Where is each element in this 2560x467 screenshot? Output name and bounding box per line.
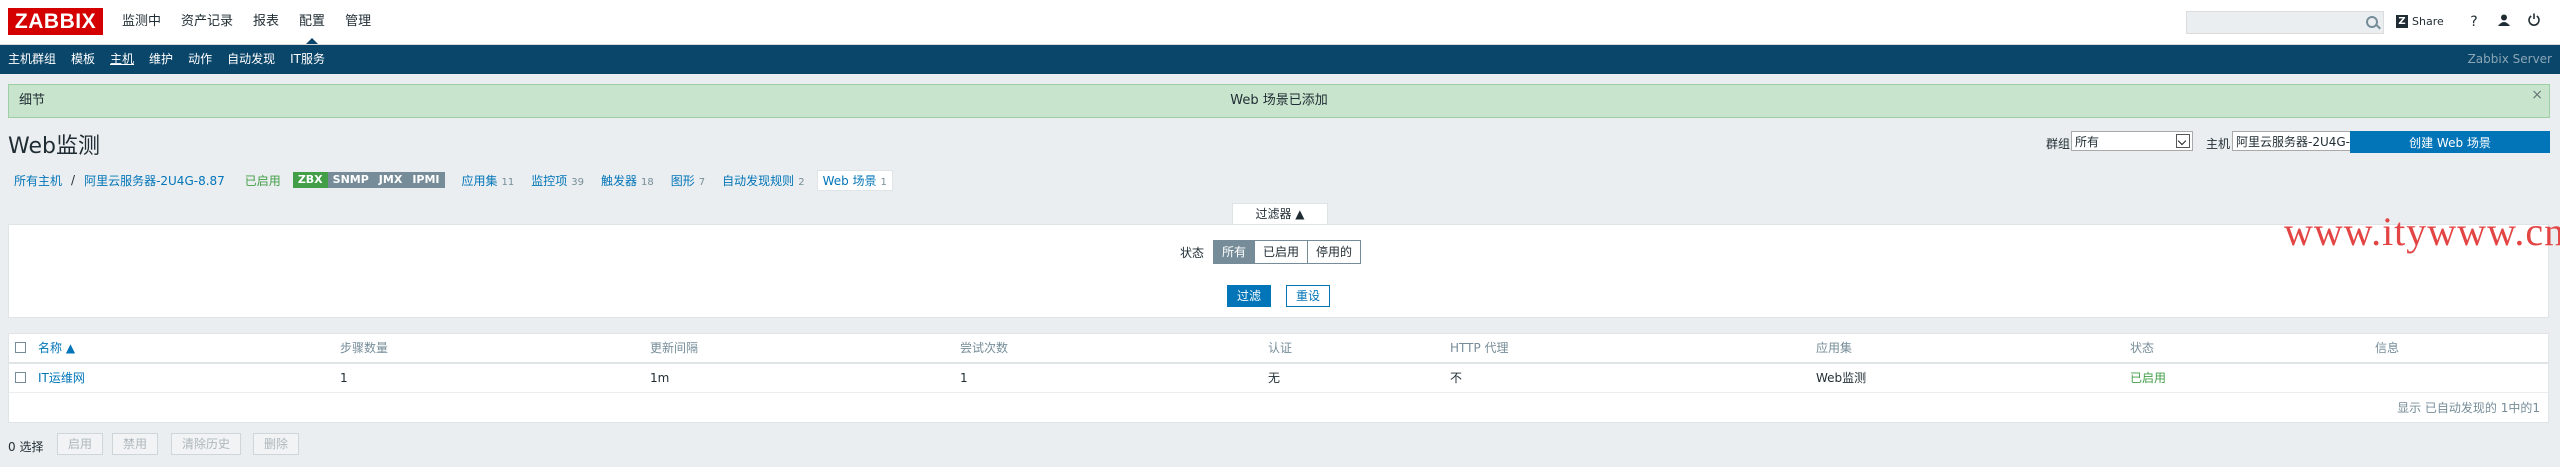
page-title: Web监测	[8, 134, 100, 159]
tab-discovery-rules-label[interactable]: 自动发现规则	[722, 174, 794, 188]
breadcrumb-separator: /	[71, 173, 76, 187]
selected-count: 0 选择	[8, 440, 44, 454]
select-all-checkbox[interactable]	[15, 342, 26, 353]
submenu-it-services[interactable]: IT服务	[282, 45, 332, 74]
tab-count: 1	[880, 176, 887, 188]
group-select-value: 所有	[2075, 135, 2100, 149]
filter-state-label: 状态	[1180, 246, 1205, 260]
main-menu: 监测中 资产记录 报表 配置 管理	[112, 0, 381, 44]
col-attempts: 尝试次数	[960, 341, 1009, 355]
tab-web-scenarios[interactable]: Web 场景 1	[816, 169, 893, 191]
submenu-templates[interactable]: 模板	[63, 45, 102, 74]
tag-snmp: SNMP	[327, 172, 374, 188]
tab-count: 7	[698, 176, 706, 188]
host-label: 主机	[2206, 137, 2231, 151]
submenu-host-groups[interactable]: 主机群组	[0, 45, 63, 74]
table-header: 名称 ▲ 步骤数量 更新间隔 尝试次数 认证 HTTP 代理 应用集 状态 信息	[9, 334, 2548, 364]
tab-items[interactable]: 监控项 39	[531, 172, 584, 189]
delete-button[interactable]: 删除	[253, 433, 300, 455]
search-input[interactable]	[2186, 11, 2384, 34]
menu-inventory[interactable]: 资产记录	[171, 0, 243, 44]
row-checkbox[interactable]	[15, 372, 26, 383]
col-interval: 更新间隔	[650, 341, 699, 355]
cell-http-proxy: 不	[1450, 371, 1463, 385]
cell-status-link[interactable]: 已启用	[2130, 364, 2166, 392]
filter-reset-button[interactable]: 重设	[1286, 285, 1331, 307]
filter-apply-button[interactable]: 过滤	[1227, 285, 1272, 307]
submenu-maintenance[interactable]: 维护	[141, 45, 180, 74]
col-authentication: 认证	[1268, 341, 1293, 355]
group-select[interactable]: 所有	[2071, 131, 2193, 151]
watermark: www.itywww.cn	[2284, 209, 2560, 254]
breadcrumb: 所有主机 / 阿里云服务器-2U4G-8.87 已启用 ZBX SNMP JMX…	[14, 169, 893, 191]
tab-web-scenarios-label[interactable]: Web 场景	[823, 174, 877, 188]
web-scenarios-table: 名称 ▲ 步骤数量 更新间隔 尝试次数 认证 HTTP 代理 应用集 状态 信息…	[8, 333, 2549, 423]
state-enabled-option[interactable]: 已启用	[1254, 240, 1309, 264]
scenario-name-link[interactable]: IT运维网	[38, 364, 85, 392]
tab-count: 11	[501, 176, 515, 188]
menu-administration[interactable]: 管理	[335, 0, 381, 44]
message-text: Web 场景已添加	[1230, 93, 1328, 108]
tag-ipmi: IPMI	[407, 172, 445, 188]
col-steps: 步骤数量	[340, 341, 389, 355]
menu-monitoring[interactable]: 监测中	[112, 0, 171, 44]
tab-triggers[interactable]: 触发器 18	[601, 172, 654, 189]
col-info: 信息	[2375, 341, 2400, 355]
col-http-proxy: HTTP 代理	[1450, 341, 1509, 355]
cell-attempts: 1	[960, 371, 968, 385]
chevron-down-icon	[2176, 134, 2190, 148]
help-icon[interactable]: ?	[2463, 11, 2485, 33]
breadcrumb-all-hosts[interactable]: 所有主机	[14, 172, 62, 189]
tab-applications[interactable]: 应用集 11	[462, 172, 515, 189]
state-disabled-option[interactable]: 停用的	[1307, 240, 1362, 264]
tab-count: 2	[798, 176, 805, 188]
tab-applications-label[interactable]: 应用集	[462, 174, 498, 188]
group-label: 群组	[2046, 137, 2071, 151]
tab-items-label[interactable]: 监控项	[531, 174, 567, 188]
host-status[interactable]: 已启用	[245, 172, 281, 189]
user-icon[interactable]	[2493, 11, 2515, 33]
disable-button[interactable]: 禁用	[112, 433, 159, 455]
power-icon[interactable]	[2523, 11, 2545, 33]
success-message: 细节 Web 场景已添加 ×	[8, 84, 2550, 118]
tab-count: 39	[571, 176, 585, 188]
filter-tab[interactable]: 过滤器 ▲	[1232, 203, 1328, 225]
breadcrumb-host[interactable]: 阿里云服务器-2U4G-8.87	[84, 172, 225, 189]
enable-button[interactable]: 启用	[57, 433, 104, 455]
col-application: 应用集	[1816, 341, 1853, 355]
tab-discovery-rules[interactable]: 自动发现规则 2	[722, 172, 804, 189]
cell-authentication: 无	[1268, 371, 1281, 385]
col-status: 状态	[2130, 341, 2155, 355]
cell-steps: 1	[340, 371, 348, 385]
menu-reports[interactable]: 报表	[243, 0, 289, 44]
tab-triggers-label[interactable]: 触发器	[601, 174, 637, 188]
filter-state-radio: 所有 已启用 停用的	[1213, 240, 1362, 264]
top-bar: ZABBIX 监测中 资产记录 报表 配置 管理 Share ?	[0, 0, 2560, 45]
close-icon[interactable]: ×	[2531, 87, 2543, 103]
create-web-scenario-button[interactable]: 创建 Web 场景	[2350, 131, 2550, 153]
submenu-discovery[interactable]: 自动发现	[219, 45, 282, 74]
cell-interval: 1m	[650, 371, 670, 385]
tag-jmx: JMX	[373, 172, 408, 188]
cell-application: Web监测	[1816, 371, 1867, 385]
clear-history-button[interactable]: 清除历史	[171, 433, 242, 455]
tag-zbx: ZBX	[292, 172, 328, 188]
state-all-option[interactable]: 所有	[1213, 240, 1256, 264]
submenu-hosts[interactable]: 主机	[102, 45, 141, 74]
table-footer-count: 显示 已自动发现的 1中的1	[2397, 401, 2540, 415]
search-icon[interactable]	[2366, 16, 2378, 28]
sub-menu-bar: 主机群组 模板 主机 维护 动作 自动发现 IT服务 Zabbix Server	[0, 45, 2560, 74]
submenu-actions[interactable]: 动作	[180, 45, 219, 74]
server-name: Zabbix Server	[2467, 52, 2552, 66]
availability-tags: ZBX SNMP JMX IPMI	[292, 172, 445, 188]
table-row: IT运维网 1 1m 1 无 不 Web监测 已启用	[9, 364, 2548, 393]
filter-panel	[8, 224, 2549, 318]
tab-graphs[interactable]: 图形 7	[671, 172, 705, 189]
zabbix-logo[interactable]: ZABBIX	[8, 8, 103, 35]
tab-graphs-label[interactable]: 图形	[671, 174, 695, 188]
menu-configuration[interactable]: 配置	[289, 0, 335, 44]
col-name[interactable]: 名称 ▲	[38, 334, 75, 362]
tab-count: 18	[641, 176, 654, 188]
share-button[interactable]: Share	[2396, 12, 2444, 32]
